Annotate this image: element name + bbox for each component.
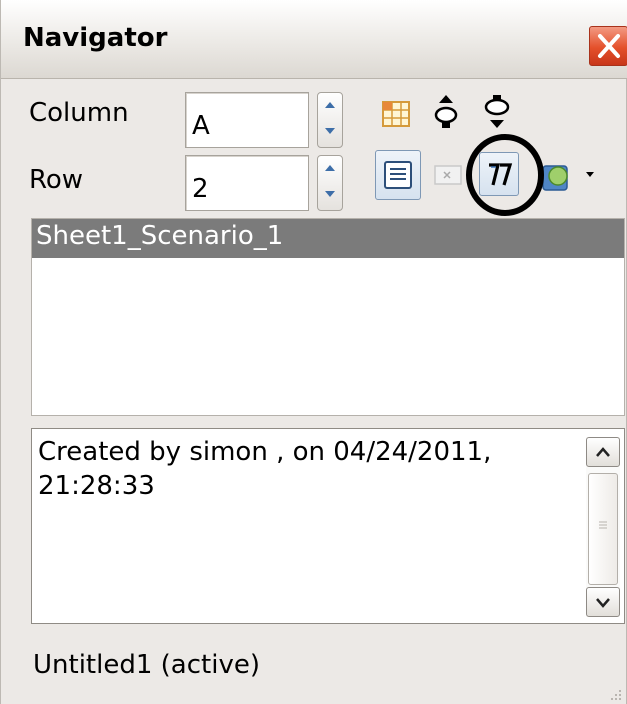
spin-up-icon[interactable] [325,101,335,109]
contents-button[interactable] [375,150,421,200]
column-label: Column [29,98,129,128]
spin-down-icon[interactable] [325,190,335,198]
scenario-comment-text: Created by simon , on 04/24/2011, 21:28:… [38,437,492,501]
scroll-thumb[interactable] [588,473,618,585]
comment-scrollbar[interactable] [586,437,620,617]
close-icon [598,34,620,58]
end-icon[interactable] [483,94,511,130]
active-document-label[interactable]: Untitled1 (active) [33,650,260,680]
row-label: Row [29,165,84,195]
highlight-circle-annotation [466,134,544,216]
window-title: Navigator [23,23,168,53]
grip-icon [599,521,607,529]
row-spinner[interactable] [317,155,343,211]
row-input[interactable] [186,156,308,210]
contents-icon [384,161,412,189]
scenario-list-item[interactable]: Sheet1_Scenario_1 [32,219,624,258]
scenario-list[interactable]: Sheet1_Scenario_1 [31,218,625,416]
spin-down-icon[interactable] [325,127,335,135]
dropdown-arrow-icon[interactable] [585,170,595,178]
scroll-down-button[interactable] [586,587,620,617]
start-icon[interactable] [433,94,459,130]
resize-grip-icon[interactable] [609,688,623,702]
close-button[interactable] [589,26,627,66]
spin-up-icon[interactable] [325,164,335,172]
scenario-comment-box[interactable]: Created by simon , on 04/24/2011, 21:28:… [31,428,625,624]
data-range-icon[interactable] [381,100,411,128]
column-field[interactable] [185,92,309,148]
chevron-down-icon [596,598,610,608]
navigator-window: Navigator Column Row [0,0,627,704]
column-spinner[interactable] [317,92,343,148]
title-bar[interactable]: Navigator [1,0,627,79]
scroll-up-button[interactable] [586,437,620,467]
column-input[interactable] [186,93,308,147]
chevron-up-icon [596,447,610,457]
row-field[interactable] [185,155,309,211]
toggle-icon[interactable] [433,162,463,188]
